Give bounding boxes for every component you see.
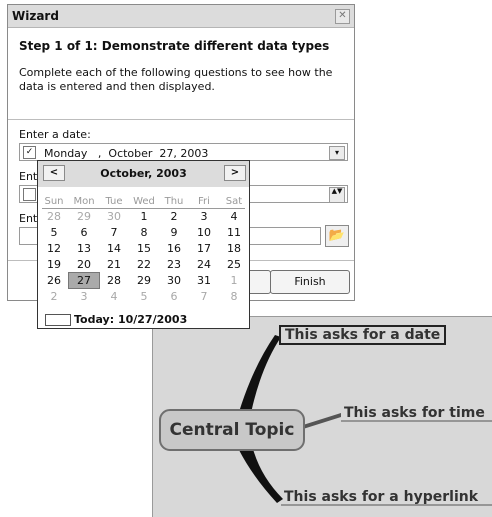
calendar-day[interactable]: 29 [129,273,159,288]
calendar-day[interactable]: 5 [39,225,69,240]
date-label: Enter a date: [19,128,91,141]
calendar-day[interactable]: 21 [99,257,129,272]
weekday-label: Fri [198,196,210,207]
calendar-month-title: October, 2003 [100,167,187,180]
hyperlink-label: Ent [19,212,38,225]
calendar-day[interactable]: 30 [99,209,129,224]
calendar-day[interactable]: 6 [69,225,99,240]
step-description: Complete each of the following questions… [19,66,333,93]
calendar-day[interactable]: 20 [69,257,99,272]
calendar-day[interactable]: 15 [129,241,159,256]
calendar-day[interactable]: 9 [159,225,189,240]
calendar-header: < October, 2003 > [38,161,249,187]
connector-link [239,449,283,503]
next-month-button[interactable]: > [224,165,246,181]
weekday-label: Sun [44,196,64,207]
subtopic-date[interactable]: This asks for a date [279,325,447,345]
step-heading: Step 1 of 1: Demonstrate different data … [19,39,330,53]
calendar-day[interactable]: 30 [159,273,189,288]
calendar-day[interactable]: 8 [219,289,249,304]
chevron-down-icon[interactable]: ▾ [329,146,345,160]
time-enable-checkbox[interactable] [23,188,36,201]
calendar-day[interactable]: 28 [99,273,129,288]
wizard-titlebar: Wizard ✕ [8,5,354,28]
calendar-day[interactable]: 7 [189,289,219,304]
calendar-day[interactable]: 17 [189,241,219,256]
calendar-day[interactable]: 18 [219,241,249,256]
calendar-day[interactable]: 19 [39,257,69,272]
calendar-day[interactable]: 24 [189,257,219,272]
calendar-day[interactable]: 5 [129,289,159,304]
calendar-day[interactable]: 2 [39,289,69,304]
calendar-day[interactable]: 25 [219,257,249,272]
calendar-day[interactable]: 13 [69,241,99,256]
wizard-title: Wizard [12,9,59,23]
central-topic[interactable]: Central Topic [159,409,305,451]
date-picker-field[interactable]: ✓ Monday , October 27, 2003 ▾ [19,143,348,161]
weekday-label: Mon [73,196,95,207]
time-label: Ent [19,170,38,183]
calendar-day[interactable]: 7 [99,225,129,240]
calendar-day[interactable]: 26 [39,273,69,288]
calendar-day[interactable]: 3 [189,209,219,224]
connector-date [239,335,281,413]
today-link[interactable]: Today: 10/27/2003 [74,313,187,326]
calendar-day[interactable]: 3 [69,289,99,304]
calendar-day[interactable]: 27 [68,272,100,289]
calendar-day[interactable]: 28 [39,209,69,224]
close-icon[interactable]: ✕ [335,9,350,24]
weekday-header: Sun Mon Tue Wed Thu Fri Sat [39,196,248,208]
weekday-label: Sat [225,196,243,207]
calendar-day[interactable]: 22 [129,257,159,272]
calendar-day[interactable]: 16 [159,241,189,256]
calendar-day[interactable]: 23 [159,257,189,272]
calendar-day[interactable]: 31 [189,273,219,288]
calendar-day[interactable]: 14 [99,241,129,256]
calendar-day[interactable]: 4 [219,209,249,224]
subtopic-time[interactable]: This asks for time [341,405,488,421]
spin-icon[interactable]: ▲▼ [329,187,345,203]
weekday-label: Thu [164,196,184,207]
header-divider [8,119,354,120]
calendar-day[interactable]: 1 [129,209,159,224]
calendar-day[interactable]: 6 [159,289,189,304]
calendar-day-grid: 28 29 30 1 2 3 4 5 6 7 8 9 10 11 12 13 14 15 16 17 18 19 20 21 2… [39,209,248,309]
today-marker [45,314,71,326]
folder-open-icon[interactable]: 📂 [325,225,349,247]
date-value[interactable]: Monday , October 27, 2003 [44,147,208,160]
calendar-day[interactable]: 12 [39,241,69,256]
weekday-label: Wed [133,196,155,207]
calendar-day[interactable]: 29 [69,209,99,224]
finish-button[interactable]: Finish [270,270,350,294]
mindmap-canvas: Central Topic This asks for a date This … [152,316,492,517]
calendar-day[interactable]: 10 [189,225,219,240]
calendar-popup: < October, 2003 > Sun Mon Tue Wed Thu Fr… [37,160,250,329]
date-enable-checkbox[interactable]: ✓ [23,146,36,159]
calendar-day[interactable]: 11 [219,225,249,240]
calendar-day[interactable]: 4 [99,289,129,304]
subtopic-hyperlink[interactable]: This asks for a hyperlink [281,489,481,505]
calendar-day[interactable]: 2 [159,209,189,224]
weekday-label: Tue [105,196,123,207]
calendar-day[interactable]: 1 [219,273,249,288]
calendar-day[interactable]: 8 [129,225,159,240]
connector-time [303,413,341,429]
